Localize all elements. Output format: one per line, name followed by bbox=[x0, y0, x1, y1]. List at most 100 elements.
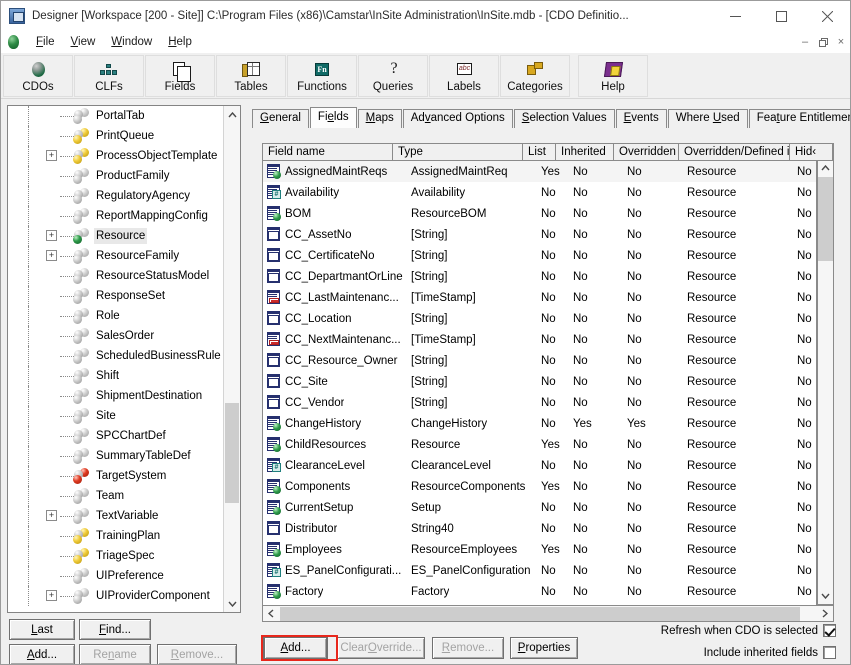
tree-item-targetsystem[interactable]: TargetSystem bbox=[8, 466, 224, 486]
tree-button-last[interactable]: Last bbox=[9, 619, 75, 640]
grid-row[interactable]: ChildResources Resource Yes No No Resource No bbox=[263, 434, 816, 455]
tab-events[interactable]: Events bbox=[615, 109, 667, 128]
field-button-properties[interactable]: Properties bbox=[510, 637, 578, 659]
checkbox-refresh-when-cdo-selected[interactable] bbox=[823, 624, 836, 637]
grid-column-header[interactable]: Field name bbox=[263, 144, 393, 160]
tree-item-uipreference[interactable]: UIPreference bbox=[8, 566, 224, 586]
tab-general[interactable]: General bbox=[252, 109, 309, 128]
tree-item-resourcefamily[interactable]: + ResourceFamily bbox=[8, 246, 224, 266]
tree-item-resourcestatusmodel[interactable]: ResourceStatusModel bbox=[8, 266, 224, 286]
toolbar-button-fields[interactable]: Fields bbox=[145, 55, 215, 97]
tree-item-shipmentdestination[interactable]: ShipmentDestination bbox=[8, 386, 224, 406]
tree-item-shift[interactable]: Shift bbox=[8, 366, 224, 386]
toolbar-button-queries[interactable]: ? Queries bbox=[358, 55, 428, 97]
toolbar-button-cdos[interactable]: CDOs bbox=[3, 55, 73, 97]
tree-scroll-up-icon[interactable] bbox=[224, 106, 240, 123]
tree-expand-icon[interactable]: + bbox=[46, 230, 57, 241]
grid-scroll-thumb[interactable] bbox=[818, 177, 833, 261]
tree-item-trainingplan[interactable]: TrainingPlan bbox=[8, 526, 224, 546]
tree-item-spcchartdef[interactable]: SPCChartDef bbox=[8, 426, 224, 446]
tree-expand-icon[interactable]: + bbox=[46, 590, 57, 601]
field-button-add[interactable]: Add... bbox=[264, 637, 327, 659]
toolbar-button-tables[interactable]: Tables bbox=[216, 55, 286, 97]
tree-item-productfamily[interactable]: ProductFamily bbox=[8, 166, 224, 186]
tab-fields[interactable]: Fields bbox=[309, 107, 357, 128]
tree-expand-icon[interactable]: + bbox=[46, 150, 57, 161]
mdi-close-icon[interactable]: × bbox=[832, 33, 850, 51]
menu-window[interactable]: Window bbox=[103, 34, 160, 50]
tree-button-find[interactable]: Find... bbox=[79, 619, 151, 640]
tree-item-reportmappingconfig[interactable]: ReportMappingConfig bbox=[8, 206, 224, 226]
cdo-tree-list[interactable]: PortalTab PrintQueue + ProcessObjectTemplat… bbox=[8, 106, 224, 612]
grid-row[interactable]: Factory Factory No No No Resource No bbox=[263, 581, 816, 602]
tree-item-site[interactable]: Site bbox=[8, 406, 224, 426]
tree-expand-icon[interactable]: + bbox=[46, 510, 57, 521]
tree-item-regulatoryagency[interactable]: RegulatoryAgency bbox=[8, 186, 224, 206]
grid-row[interactable]: Distributor String40 No No No Resource No bbox=[263, 518, 816, 539]
grid-column-header[interactable]: List bbox=[523, 144, 556, 160]
fields-grid-body[interactable]: AssignedMaintReqs AssignedMaintReq Yes No No… bbox=[262, 161, 817, 605]
grid-row[interactable]: # ES_PanelConfigurati... ES_PanelConfigura… bbox=[263, 560, 816, 581]
tree-vertical-scrollbar[interactable] bbox=[223, 106, 240, 612]
grid-row[interactable]: CurrentSetup Setup No No No Resource No bbox=[263, 497, 816, 518]
grid-column-header[interactable]: Overridden/Defined in bbox=[679, 144, 790, 160]
grid-scroll-down-icon[interactable] bbox=[818, 588, 833, 604]
toolbar-button-help[interactable]: Help bbox=[578, 55, 648, 97]
grid-row[interactable]: Components ResourceComponents Yes No No Resou… bbox=[263, 476, 816, 497]
tree-item-team[interactable]: Team bbox=[8, 486, 224, 506]
toolbar-button-categories[interactable]: Categories bbox=[500, 55, 570, 97]
tree-item-printqueue[interactable]: PrintQueue bbox=[8, 126, 224, 146]
grid-row[interactable]: CC_Resource_Owner [String] No No No Resource N… bbox=[263, 350, 816, 371]
grid-row[interactable]: # ClearanceLevel ClearanceLevel No No No Resou… bbox=[263, 455, 816, 476]
close-icon[interactable] bbox=[804, 1, 850, 31]
checkbox-include-inherited-fields[interactable] bbox=[823, 646, 836, 659]
grid-row[interactable]: Employees ResourceEmployees Yes No No Resourc… bbox=[263, 539, 816, 560]
tree-item-portaltab[interactable]: PortalTab bbox=[8, 106, 224, 126]
tree-item-summarytabledef[interactable]: SummaryTableDef bbox=[8, 446, 224, 466]
menu-file[interactable]: File bbox=[28, 34, 63, 50]
tree-item-salesorder[interactable]: SalesOrder bbox=[8, 326, 224, 346]
tree-item-role[interactable]: Role bbox=[8, 306, 224, 326]
grid-row[interactable]: CC_DepartmantOrLine [String] No No No Resourc… bbox=[263, 266, 816, 287]
mdi-minimize-icon[interactable]: – bbox=[796, 33, 814, 51]
tab-selection-values[interactable]: Selection Values bbox=[513, 109, 615, 128]
menu-view[interactable]: View bbox=[63, 34, 104, 50]
tree-item-textvariable[interactable]: + TextVariable bbox=[8, 506, 224, 526]
tree-item-processobjecttemplate[interactable]: + ProcessObjectTemplate bbox=[8, 146, 224, 166]
menu-help[interactable]: Help bbox=[160, 34, 200, 50]
tree-item-resource[interactable]: + Resource bbox=[8, 226, 224, 246]
cdo-tab-strip[interactable]: General Fields Maps Advanced Options Selecti… bbox=[252, 107, 850, 128]
grid-scroll-up-icon[interactable] bbox=[818, 160, 833, 176]
toolbar-button-functions[interactable]: Fn Functions bbox=[287, 55, 357, 97]
grid-row[interactable]: # Availability Availability No No No Resource N… bbox=[263, 182, 816, 203]
toolbar-button-labels[interactable]: abc Labels bbox=[429, 55, 499, 97]
grid-vertical-scrollbar[interactable] bbox=[817, 161, 834, 605]
grid-row[interactable]: CC_AssetNo [String] No No No Resource No bbox=[263, 224, 816, 245]
tree-item-triagespec[interactable]: TriageSpec bbox=[8, 546, 224, 566]
tab-advanced-options[interactable]: Advanced Options bbox=[402, 109, 513, 128]
grid-row[interactable]: CC_Vendor [String] No No No Resource No bbox=[263, 392, 816, 413]
tab-where-used[interactable]: Where Used bbox=[667, 109, 748, 128]
grid-row[interactable]: CC_CertificateNo [String] No No No Resource No bbox=[263, 245, 816, 266]
tab-feature-entitlement[interactable]: Feature Entitlement bbox=[748, 109, 850, 128]
maximize-icon[interactable] bbox=[758, 1, 804, 31]
tree-item-responseset[interactable]: ResponseSet bbox=[8, 286, 224, 306]
minimize-icon[interactable] bbox=[712, 1, 758, 31]
grid-column-header[interactable]: Inherited bbox=[556, 144, 614, 160]
tree-item-uiprovidercomponent[interactable]: + UIProviderComponent bbox=[8, 586, 224, 606]
grid-column-header[interactable]: Overridden bbox=[614, 144, 679, 160]
grid-row[interactable]: AssignedMaintReqs AssignedMaintReq Yes No No… bbox=[263, 161, 816, 182]
toolbar-button-clfs[interactable]: CLFs bbox=[74, 55, 144, 97]
mdi-restore-icon[interactable] bbox=[814, 33, 832, 51]
grid-column-header[interactable]: Type bbox=[393, 144, 523, 160]
tree-scroll-thumb[interactable] bbox=[225, 403, 239, 503]
grid-row[interactable]: CC_NextMaintenanc... [TimeStamp] No No No Res… bbox=[263, 329, 816, 350]
grid-row[interactable]: CC_LastMaintenanc... [TimeStamp] No No No Res… bbox=[263, 287, 816, 308]
tab-maps[interactable]: Maps bbox=[357, 109, 402, 128]
grid-row[interactable]: ChangeHistory ChangeHistory No Yes Yes Resour… bbox=[263, 413, 816, 434]
grid-row[interactable]: CC_Location [String] No No No Resource No bbox=[263, 308, 816, 329]
grid-row[interactable]: CC_Site [String] No No No Resource No bbox=[263, 371, 816, 392]
tree-scroll-down-icon[interactable] bbox=[224, 595, 240, 612]
tree-item-scheduledbusinessrule[interactable]: ScheduledBusinessRule bbox=[8, 346, 224, 366]
grid-column-header[interactable]: Hid‹ bbox=[790, 144, 833, 160]
